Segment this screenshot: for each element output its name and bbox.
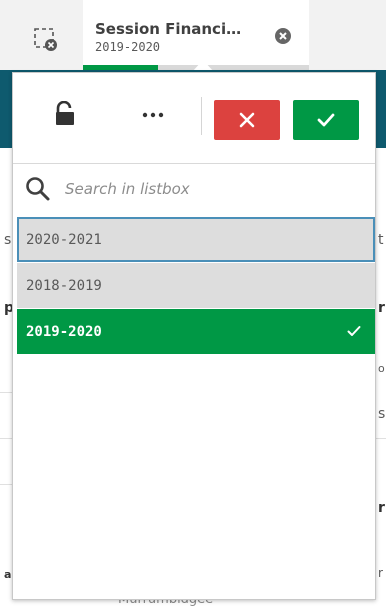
background-fragment: r <box>378 566 383 580</box>
background-fragment: r <box>378 300 385 316</box>
chip-selected-value: 2019-2020 <box>95 40 161 54</box>
cancel-selection-button[interactable] <box>214 100 280 140</box>
clear-field-icon[interactable] <box>273 26 293 46</box>
chip-field-name: Session Financi… <box>95 20 242 38</box>
search-icon <box>26 177 50 201</box>
selected-check-icon <box>347 326 361 336</box>
selections-bar: Session Financi… 2019-2020 <box>0 0 386 72</box>
list-item-label: 2020-2021 <box>26 231 102 248</box>
background-divider <box>376 438 386 439</box>
unlock-icon <box>56 101 74 125</box>
toolbar-separator <box>201 97 202 135</box>
confirm-selection-button[interactable] <box>293 100 359 140</box>
background-fragment: o <box>378 362 385 375</box>
selection-toolbar <box>13 73 375 149</box>
search-input[interactable] <box>65 175 355 203</box>
list-item[interactable]: 2019-2020 <box>17 309 375 354</box>
background-fragment: s <box>378 406 386 422</box>
background-divider <box>0 438 12 439</box>
list-item-label: 2019-2020 <box>26 323 102 340</box>
background-fragment: s <box>4 232 12 248</box>
background-divider <box>0 484 12 485</box>
background-fragment: t <box>378 232 384 248</box>
list-item[interactable]: 2020-2021 <box>17 217 375 262</box>
list-item-label: 2018-2019 <box>26 277 102 294</box>
lock-button[interactable] <box>51 99 79 129</box>
listbox-popover: 2020-2021 2018-2019 2019-2020 <box>12 72 376 600</box>
more-icon <box>142 112 164 118</box>
background-fragment: r <box>378 500 385 516</box>
clear-selections-icon <box>34 28 57 51</box>
background-divider <box>0 392 12 393</box>
list-item[interactable]: 2018-2019 <box>17 263 375 308</box>
check-icon <box>317 113 335 127</box>
more-button[interactable] <box>131 101 175 129</box>
listbox-search <box>13 165 375 215</box>
close-icon <box>239 112 255 128</box>
clear-selections-button[interactable] <box>20 14 72 66</box>
background-fragment: a <box>4 568 12 581</box>
toolbar-divider <box>13 163 375 164</box>
